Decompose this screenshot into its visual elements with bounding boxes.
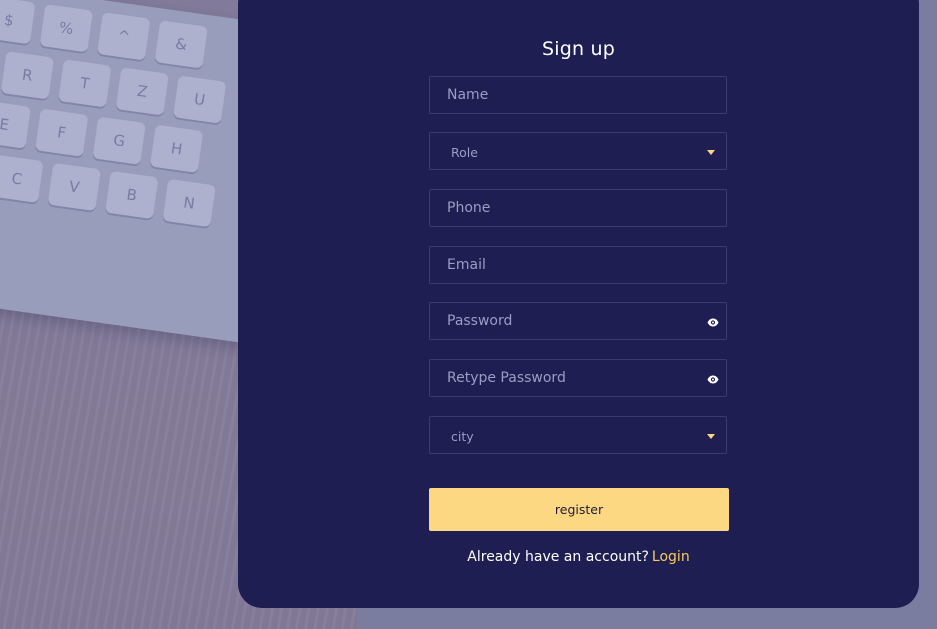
city-select[interactable]: city — [429, 416, 727, 454]
signup-card: Sign up Role — [238, 0, 919, 608]
login-prompt: Already have an account? Login — [238, 549, 919, 565]
city-select-value: city — [451, 429, 474, 444]
eye-icon[interactable] — [707, 316, 719, 328]
retype-password-field — [429, 359, 727, 397]
page-title: Sign up — [542, 38, 615, 60]
register-button[interactable]: register — [429, 488, 729, 531]
login-prompt-text: Already have an account? — [467, 549, 649, 565]
name-input[interactable] — [430, 77, 726, 113]
password-input[interactable] — [430, 303, 726, 339]
password-field — [429, 302, 727, 340]
name-field — [429, 76, 727, 114]
caret-down-icon — [707, 150, 715, 155]
phone-input[interactable] — [430, 190, 726, 226]
email-input[interactable] — [430, 247, 726, 283]
eye-icon[interactable] — [707, 373, 719, 385]
email-field — [429, 246, 727, 284]
page: $ % ^ & R T Z U E F G H C V B N Sign up … — [0, 0, 937, 629]
caret-down-icon — [707, 434, 715, 439]
retype-password-input[interactable] — [430, 360, 726, 396]
role-select-value: Role — [451, 145, 478, 160]
phone-field — [429, 189, 727, 227]
login-link[interactable]: Login — [652, 549, 690, 565]
role-select[interactable]: Role — [429, 132, 727, 170]
